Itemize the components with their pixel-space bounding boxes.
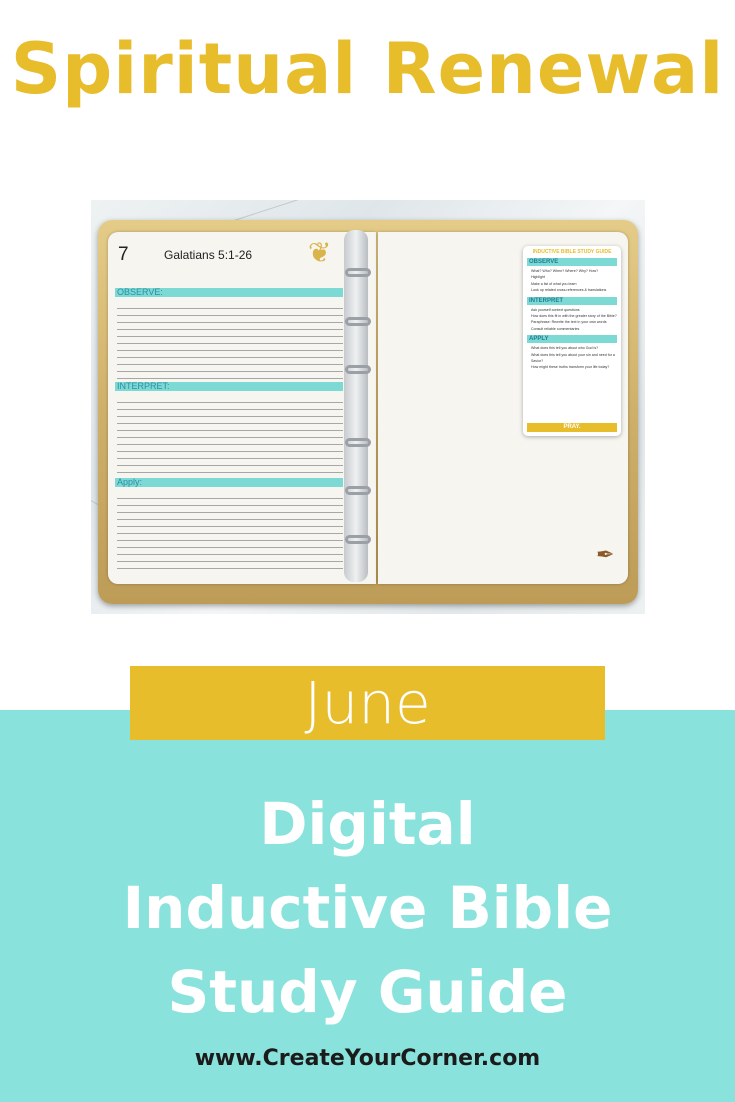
- section-interpret: INTERPRET:: [115, 382, 343, 391]
- guide-heading-interpret: INTERPRET: [527, 296, 617, 305]
- subtitle-line: Inductive Bible: [122, 874, 613, 942]
- guide-title: INDUCTIVE BIBLE STUDY GUIDE: [532, 249, 612, 255]
- planner-image: 7 Galatians 5:1-26 ❦ OBSERVE: INTERPRET:…: [91, 200, 645, 614]
- section-apply: Apply:: [115, 478, 343, 487]
- leaf-icon: ❦: [308, 237, 332, 268]
- binder-ring: [345, 486, 371, 495]
- guide-item: What does this tell you about your sin a…: [531, 352, 615, 364]
- scripture-reference: Galatians 5:1-26: [164, 248, 253, 262]
- quill-icon: ✒: [596, 542, 615, 567]
- interpret-lines: [117, 396, 343, 480]
- guide-pray-banner: PRAY.: [527, 423, 617, 432]
- binder-ring: [345, 365, 371, 374]
- subtitle-line: Digital: [259, 790, 476, 858]
- binder-ring: [345, 317, 371, 326]
- subtitle-line: Study Guide: [167, 958, 568, 1026]
- binder-spine: [344, 230, 368, 582]
- binder-ring: [345, 535, 371, 544]
- section-observe: OBSERVE:: [115, 288, 343, 297]
- guide-item: Look up related cross-references & trans…: [531, 288, 607, 293]
- page-title: Spiritual Renewal: [10, 28, 725, 110]
- guide-heading-observe: OBSERVE: [527, 258, 617, 266]
- left-page: 7 Galatians 5:1-26 ❦ OBSERVE: INTERPRET:…: [108, 232, 376, 584]
- binder-ring: [345, 268, 371, 277]
- guide-item: Consult reliable commentaries: [531, 326, 580, 331]
- month-banner: June: [130, 666, 605, 740]
- guide-heading-apply: APPLY: [527, 335, 617, 344]
- subtitle: Digital Inductive Bible Study Guide: [0, 782, 735, 1034]
- study-guide-card: INDUCTIVE BIBLE STUDY GUIDE OBSERVE What…: [523, 246, 621, 436]
- month-label: June: [304, 669, 431, 737]
- day-number: 7: [118, 244, 129, 265]
- guide-item: How might these truths transform your li…: [531, 365, 610, 370]
- observe-lines: [117, 302, 343, 379]
- apply-lines: [117, 492, 343, 569]
- guide-item: Paraphrase: Rewrite the text in your own…: [531, 320, 607, 325]
- website-url: www.CreateYourCorner.com: [194, 1046, 541, 1071]
- binder-ring: [345, 438, 371, 447]
